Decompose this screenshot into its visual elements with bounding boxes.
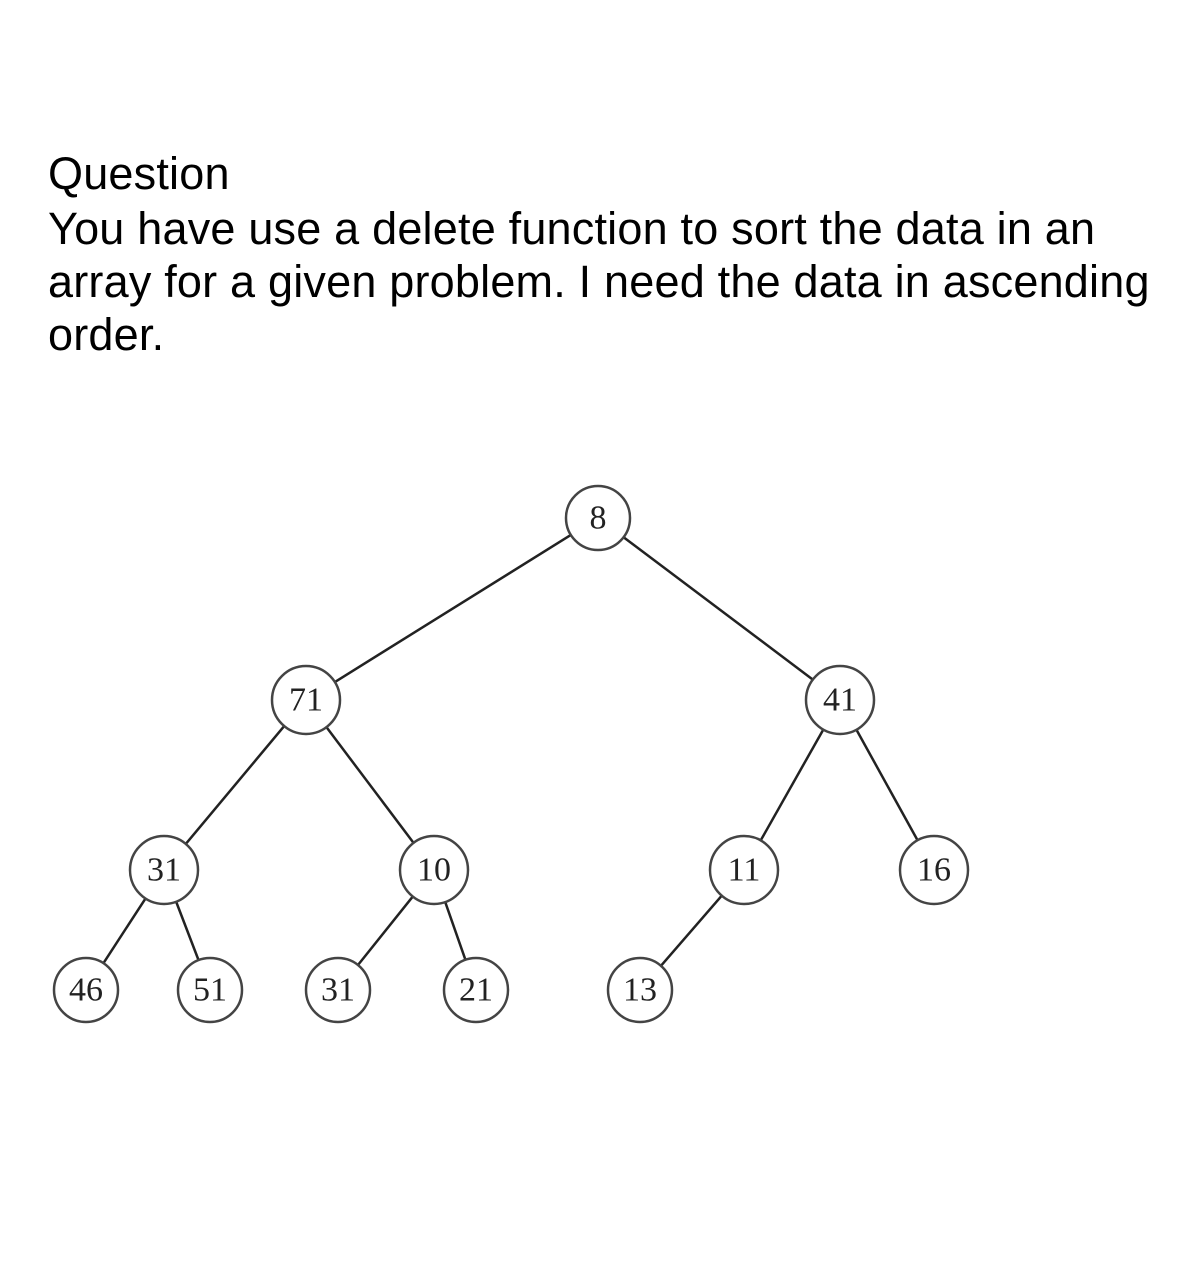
tree-edge [624,537,813,679]
tree-node-label: 71 [289,682,323,719]
tree-edge [856,730,917,840]
tree-edge [326,727,413,843]
tree-node-label: 13 [623,972,657,1009]
question-body: You have use a delete function to sort t… [48,202,1168,361]
tree-edge [186,726,284,844]
tree-node: 51 [178,958,242,1022]
tree-node-label: 10 [417,852,451,889]
tree-node-label: 8 [590,500,607,537]
tree-edge [358,897,413,965]
tree-node: 46 [54,958,118,1022]
tree-node: 41 [806,666,874,734]
tree-node: 10 [400,836,468,904]
tree-edge [176,902,198,960]
tree-node: 31 [130,836,198,904]
tree-node-label: 16 [917,852,951,889]
tree-node-label: 21 [459,972,493,1009]
tree-node-label: 51 [193,972,227,1009]
tree-node-label: 31 [147,852,181,889]
question-block: Question You have use a delete function … [48,148,1168,361]
question-heading: Question [48,148,1168,200]
tree-node-label: 31 [321,972,355,1009]
tree-edge [335,535,571,682]
tree-edge [103,899,145,964]
tree-edge [445,902,465,960]
tree-node-label: 41 [823,682,857,719]
page: Question You have use a delete function … [0,0,1200,1283]
tree-node: 21 [444,958,508,1022]
tree-node-label: 11 [728,852,761,889]
tree-node: 11 [710,836,778,904]
tree-node: 8 [566,486,630,550]
tree-node: 71 [272,666,340,734]
tree-node: 16 [900,836,968,904]
tree-edge [761,730,824,841]
tree-diagram: 8 71 41 31 10 11 16 46 51 31 21 13 [0,470,1200,1040]
tree-node-label: 46 [69,972,103,1009]
tree-node: 13 [608,958,672,1022]
tree-node: 31 [306,958,370,1022]
tree-edge [661,896,722,966]
